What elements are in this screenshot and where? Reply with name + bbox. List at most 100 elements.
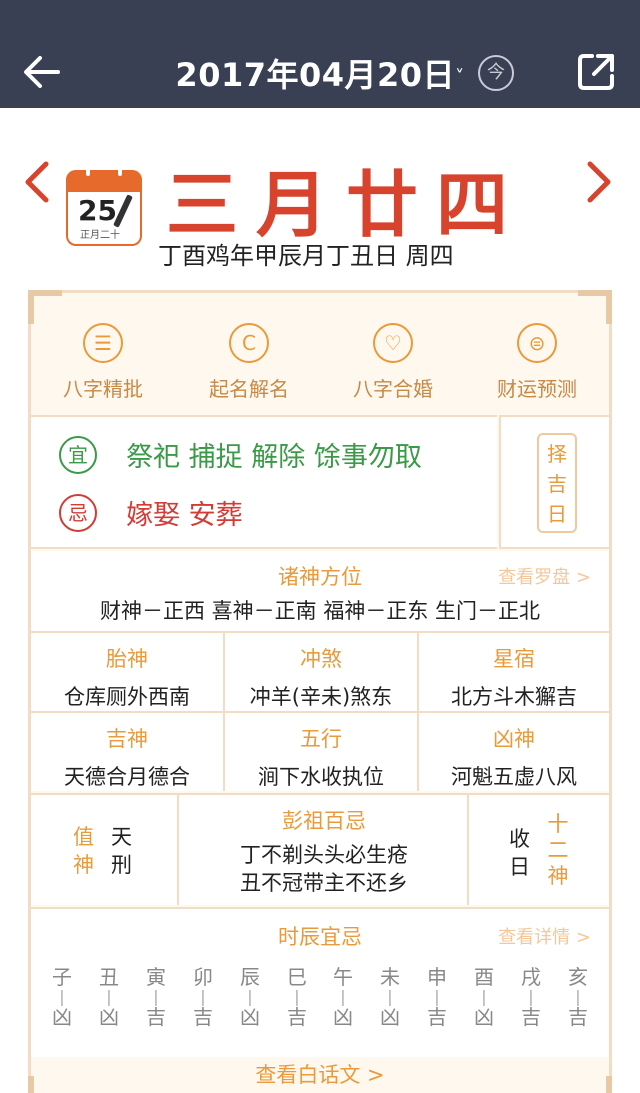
info-cell-heading: 胎神 xyxy=(106,647,148,671)
choose-auspicious-day-button[interactable]: 择 吉 日 xyxy=(537,433,577,533)
hour-item: 亥 | 吉 xyxy=(563,965,593,1029)
hour-item: 未 | 凶 xyxy=(375,965,405,1029)
hour-divider: | xyxy=(59,987,65,1006)
hour-item: 辰 | 凶 xyxy=(235,965,265,1029)
hour-divider: | xyxy=(200,987,206,1006)
hour-divider: | xyxy=(153,987,159,1006)
list-icon: ☰ xyxy=(83,323,123,363)
hour-branch: 卯 xyxy=(193,965,213,989)
hour-branch: 亥 xyxy=(568,965,588,989)
deity-directions-line: 财神－正西 喜神－正南 福神－正东 生门－正北 xyxy=(99,599,541,623)
info-cell-heading: 吉神 xyxy=(106,727,148,751)
pengzu-taboos: 彭祖百忌 丁不剃头头必生疮 丑不冠带主不还乡 xyxy=(179,795,469,897)
tool-label: 起名解名 xyxy=(209,377,289,401)
previous-day-arrow-icon[interactable] xyxy=(22,160,52,204)
deity-directions: 诸神方位 查看罗盘 > 财神－正西 喜神－正南 福神－正东 生门－正北 xyxy=(31,551,609,631)
choose-label-char: 吉 xyxy=(547,472,567,496)
info-cell-value: 仓库厕外西南 xyxy=(64,685,190,709)
heart-icon: ♡ xyxy=(373,323,413,363)
tool-wealth-forecast[interactable]: ⊜ 财运预测 xyxy=(467,323,607,402)
info-cell-heading: 凶神 xyxy=(493,727,535,751)
view-compass-link[interactable]: 查看罗盘 > xyxy=(498,563,591,589)
calendar-app-icon[interactable]: 25 正月二十 xyxy=(66,170,142,246)
calendar-icon-header xyxy=(66,170,142,192)
calendar-icon-lunar: 正月二十 xyxy=(80,230,120,241)
date-text: 2017年04月20日 xyxy=(175,56,456,94)
yi-row: 宜 祭祀 捕捉 解除 馀事勿取 xyxy=(59,435,422,475)
date-selector[interactable]: 2017年04月20日˅ xyxy=(0,50,640,96)
ji-seal-icon: 忌 xyxy=(59,493,97,532)
hour-item: 酉 | 凶 xyxy=(469,965,499,1029)
pengzu-title: 彭祖百忌 xyxy=(282,809,366,833)
hour-divider: | xyxy=(247,987,253,1006)
tool-bazi-analysis[interactable]: ☰ 八字精批 xyxy=(33,323,173,402)
shou-day-heading: 收日 xyxy=(509,827,530,879)
view-vernacular-link[interactable]: 查看白话文 > xyxy=(31,1059,609,1089)
hour-result: 吉 xyxy=(568,1005,588,1029)
next-day-arrow-icon[interactable] xyxy=(584,160,614,204)
hour-divider: | xyxy=(481,987,487,1006)
view-details-link[interactable]: 查看详情 > xyxy=(498,923,591,949)
tool-marriage-match[interactable]: ♡ 八字合婚 xyxy=(323,323,463,402)
tool-naming[interactable]: C 起名解名 xyxy=(179,323,319,402)
hour-divider: | xyxy=(434,987,440,1006)
hour-item: 丑 | 凶 xyxy=(94,965,124,1029)
info-cell-value: 天德合月德合 xyxy=(64,765,190,789)
hour-divider: | xyxy=(575,987,581,1006)
corner-ornament xyxy=(578,290,612,324)
ingot-icon: ⊜ xyxy=(517,323,557,363)
tool-label: 财运预测 xyxy=(497,377,577,401)
ji-row: 忌 嫁娶 安葬 xyxy=(59,493,243,533)
info-cell-jishen: 吉神 天德合月德合 xyxy=(31,713,223,791)
info-cell-heading: 五行 xyxy=(300,727,342,751)
info-cell-xingxiu: 星宿 北方斗木獬吉 xyxy=(419,633,609,711)
header-bar: 2017年04月20日˅ 今 xyxy=(0,0,640,108)
info-row-1: 胎神 仓库厕外西南 冲煞 冲羊(辛未)煞东 星宿 北方斗木獬吉 xyxy=(31,631,609,711)
hour-item: 寅 | 吉 xyxy=(141,965,171,1029)
ji-text: 嫁娶 安葬 xyxy=(126,500,243,531)
info-cell-value: 河魁五虚八风 xyxy=(451,765,577,789)
hour-item: 巳 | 吉 xyxy=(282,965,312,1029)
hour-auspiciousness: 时辰宜忌 查看详情 > 子 | 凶丑 | 凶寅 | 吉卯 | 吉辰 | 凶巳 | 吉午 | 凶未 | 凶申 | 吉酉… xyxy=(31,907,609,1057)
calendar-ring-icon xyxy=(116,170,124,178)
choose-label-char: 择 xyxy=(547,442,567,466)
info-cell-value: 涧下水收执位 xyxy=(258,765,384,789)
corner-ornament xyxy=(28,290,62,324)
hour-divider: | xyxy=(106,987,112,1006)
hour-branch: 子 xyxy=(52,965,72,989)
tool-label: 八字精批 xyxy=(63,377,143,401)
yi-ji-panel: 宜 祭祀 捕捉 解除 馀事勿取 忌 嫁娶 安葬 xyxy=(31,415,497,549)
copyright-icon: C xyxy=(229,323,269,363)
info-cell-heading: 冲煞 xyxy=(300,647,342,671)
info-row-2: 吉神 天德合月德合 五行 涧下水收执位 凶神 河魁五虚八风 xyxy=(31,711,609,791)
zhishen-value: 天刑 xyxy=(111,825,132,877)
hour-divider: | xyxy=(340,987,346,1006)
hour-result: 凶 xyxy=(380,1005,400,1029)
info-cell-xiongshen: 凶神 河魁五虚八风 xyxy=(419,713,609,791)
hour-result: 凶 xyxy=(333,1005,353,1029)
today-button[interactable]: 今 xyxy=(478,55,514,91)
divider xyxy=(467,795,469,905)
hour-branch: 未 xyxy=(380,965,400,989)
hour-branch: 丑 xyxy=(99,965,119,989)
hour-result: 凶 xyxy=(240,1005,260,1029)
info-cell-value: 冲羊(辛未)煞东 xyxy=(249,685,393,709)
hour-result: 吉 xyxy=(427,1005,447,1029)
hour-branch: 戌 xyxy=(521,965,541,989)
hour-branch: 辰 xyxy=(240,965,260,989)
info-cell-chongsha: 冲煞 冲羊(辛未)煞东 xyxy=(225,633,417,711)
pengzu-line: 丑不冠带主不还乡 xyxy=(240,871,408,895)
hour-item: 申 | 吉 xyxy=(422,965,452,1029)
info-cell-wuxing: 五行 涧下水收执位 xyxy=(225,713,417,791)
choose-label-char: 日 xyxy=(547,502,567,526)
hour-result: 凶 xyxy=(474,1005,494,1029)
hour-result: 吉 xyxy=(193,1005,213,1029)
info-cell-taishen: 胎神 仓库厕外西南 xyxy=(31,633,223,711)
hour-branch: 申 xyxy=(427,965,447,989)
hour-branch: 巳 xyxy=(287,965,307,989)
hour-result: 吉 xyxy=(287,1005,307,1029)
choose-auspicious-day-panel: 择 吉 日 xyxy=(499,415,609,549)
share-icon[interactable] xyxy=(574,50,618,94)
hour-result: 凶 xyxy=(99,1005,119,1029)
yi-seal-icon: 宜 xyxy=(59,435,97,474)
